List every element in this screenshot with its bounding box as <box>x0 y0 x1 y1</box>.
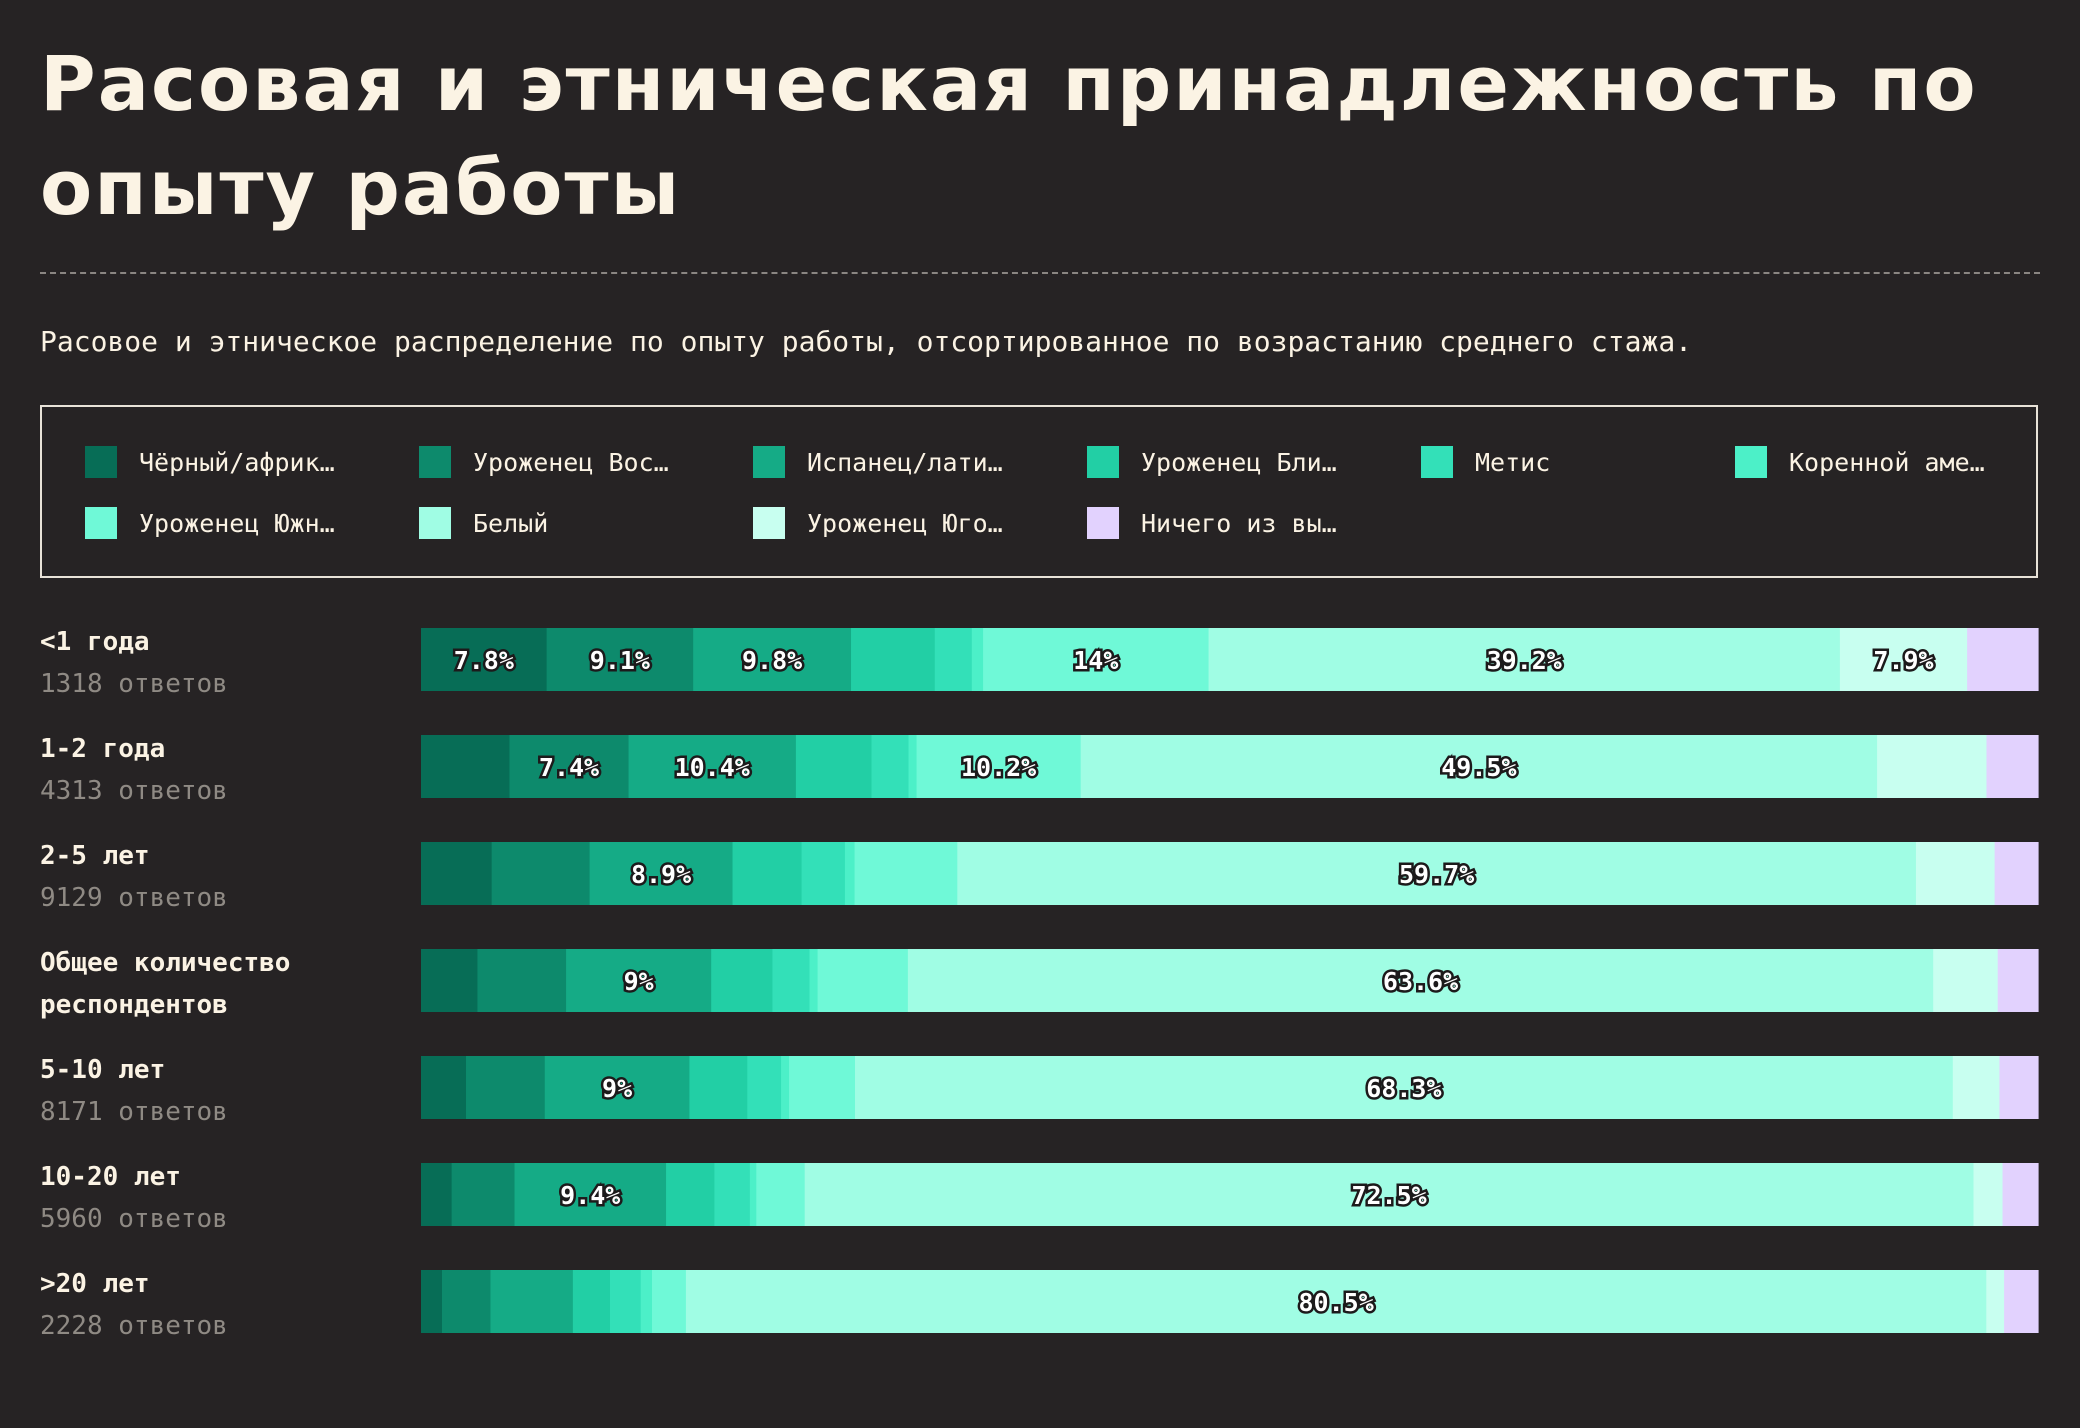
bar-segment[interactable] <box>466 1056 546 1119</box>
bar-segment[interactable] <box>1986 1270 2005 1333</box>
bar-segment[interactable] <box>610 1270 642 1333</box>
bar-data-label: 59.7% <box>1399 860 1474 889</box>
bar-segment[interactable] <box>871 735 910 798</box>
bar-segment[interactable] <box>2002 1163 2039 1226</box>
bar-segment[interactable] <box>971 628 984 691</box>
bar-segment[interactable] <box>1933 949 1999 1012</box>
bar-data-label: 80.5% <box>1298 1288 1373 1317</box>
bar-segment[interactable] <box>851 628 936 691</box>
bar-data-label: 9.8% <box>742 646 802 675</box>
bar-data-label: 7.8% <box>454 646 514 675</box>
bar-segment[interactable] <box>1915 842 1996 905</box>
bar-segment[interactable] <box>1973 1163 2004 1226</box>
bar-segment[interactable] <box>421 1056 467 1119</box>
bar-segment[interactable] <box>2004 1270 2039 1333</box>
bar-segment[interactable] <box>844 842 856 905</box>
bar-data-label: 8.9% <box>631 860 691 889</box>
bar-data-label: 9% <box>624 967 654 996</box>
bar-segment[interactable] <box>795 735 873 798</box>
bar-segment[interactable] <box>689 1056 748 1119</box>
bar-data-label: 10.2% <box>961 753 1036 782</box>
bar-data-label: 14% <box>1073 646 1118 675</box>
bar-segment[interactable] <box>1877 735 1988 798</box>
bar-segment[interactable] <box>421 842 493 905</box>
bar-segment[interactable] <box>747 1056 782 1119</box>
bar-segment[interactable] <box>801 842 846 905</box>
bar-data-label: 7.9% <box>1873 646 1933 675</box>
bar-segment[interactable] <box>640 1270 653 1333</box>
bar-segment[interactable] <box>732 842 803 905</box>
bar-segment[interactable] <box>421 949 479 1012</box>
bar-segment[interactable] <box>1986 735 2039 798</box>
bar-segment[interactable] <box>789 1056 856 1119</box>
bar-segment[interactable] <box>934 628 973 691</box>
bar-segment[interactable] <box>666 1163 716 1226</box>
bar-segment[interactable] <box>490 1270 574 1333</box>
bar-segment[interactable] <box>1994 842 2039 905</box>
bar-segment[interactable] <box>1952 1056 2001 1119</box>
bar-data-label: 9% <box>602 1074 632 1103</box>
bar-segment[interactable] <box>491 842 591 905</box>
bar-data-label: 9.4% <box>560 1181 620 1210</box>
bar-segment[interactable] <box>477 949 567 1012</box>
bar-segment[interactable] <box>714 1163 751 1226</box>
bar-segment[interactable] <box>442 1270 492 1333</box>
bar-segment[interactable] <box>652 1270 687 1333</box>
bar-data-label: 39.2% <box>1487 646 1562 675</box>
bar-data-label: 63.6% <box>1383 967 1458 996</box>
stacked-bar-chart: 7.8% 9.1% 9.8% 14% 39.2% 7.9% 7.4% 10.4% 10.2% 49… <box>421 628 2039 1333</box>
bar-segment[interactable] <box>854 842 958 905</box>
bar-segment[interactable] <box>421 735 511 798</box>
bar-segment[interactable] <box>781 1056 790 1119</box>
bar-segment[interactable] <box>1999 1056 2039 1119</box>
bar-segment[interactable] <box>772 949 811 1012</box>
bar-segment[interactable] <box>421 1270 443 1333</box>
bar-segment[interactable] <box>749 1163 757 1226</box>
bar-data-label: 7.4% <box>539 753 599 782</box>
bar-segment[interactable] <box>711 949 774 1012</box>
bar-data-label: 68.3% <box>1366 1074 1441 1103</box>
bar-segment[interactable] <box>451 1163 516 1226</box>
bar-segment[interactable] <box>421 1163 453 1226</box>
bar-segment[interactable] <box>809 949 819 1012</box>
bar-data-label: 10.4% <box>675 753 750 782</box>
bar-segment[interactable] <box>908 735 918 798</box>
bar-segment[interactable] <box>1997 949 2039 1012</box>
bar-data-label: 9.1% <box>590 646 650 675</box>
bar-data-label: 49.5% <box>1441 753 1516 782</box>
bar-segment[interactable] <box>756 1163 806 1226</box>
bar-data-label: 72.5% <box>1351 1181 1426 1210</box>
bar-segment[interactable] <box>572 1270 611 1333</box>
bar-segment[interactable] <box>1967 628 2039 691</box>
bar-segment[interactable] <box>817 949 909 1012</box>
